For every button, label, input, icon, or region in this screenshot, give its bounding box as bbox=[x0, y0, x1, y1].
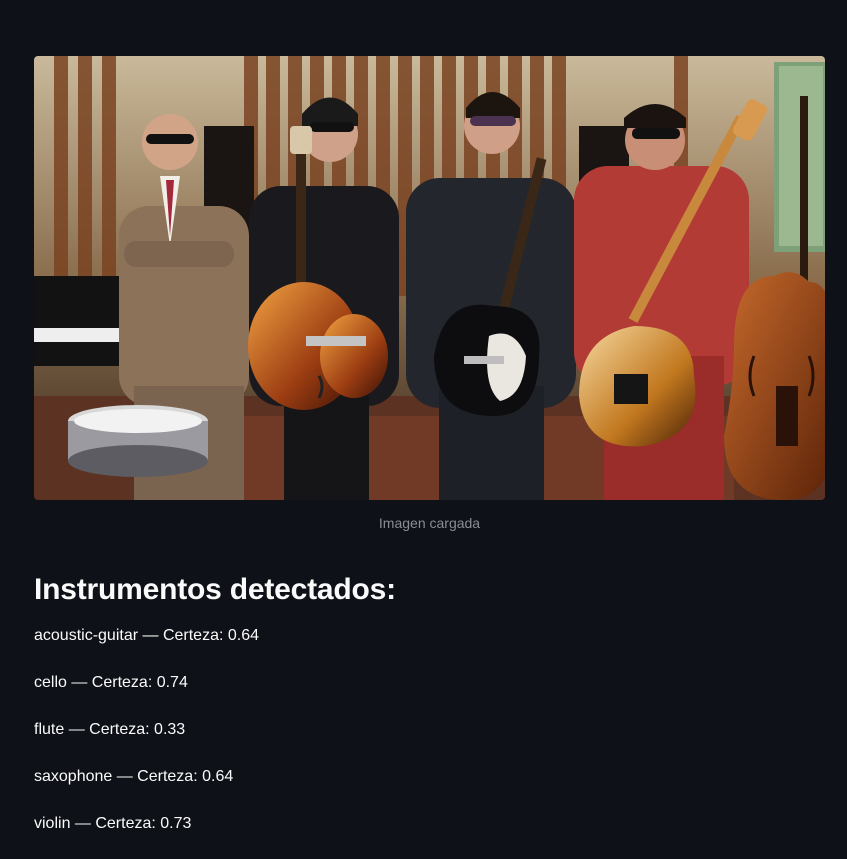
result-item-acoustic-guitar: acoustic-guitar — Certeza: 0.64 bbox=[34, 627, 259, 644]
results-heading: Instrumentos detectados: bbox=[34, 573, 396, 606]
main-content: Imagen cargada Instrumentos detectados: … bbox=[34, 56, 825, 832]
image-caption: Imagen cargada bbox=[378, 515, 481, 531]
result-item-saxophone: saxophone — Certeza: 0.64 bbox=[34, 768, 234, 785]
results-list: acoustic-guitar — Certeza: 0.64 cello — … bbox=[34, 624, 259, 859]
result-item-flute: flute — Certeza: 0.33 bbox=[34, 721, 186, 738]
result-item-cello: cello — Certeza: 0.74 bbox=[34, 674, 188, 691]
uploaded-image bbox=[34, 56, 825, 500]
result-item-violin: violin — Certeza: 0.73 bbox=[34, 815, 192, 832]
band-photo-illustration bbox=[34, 56, 825, 500]
